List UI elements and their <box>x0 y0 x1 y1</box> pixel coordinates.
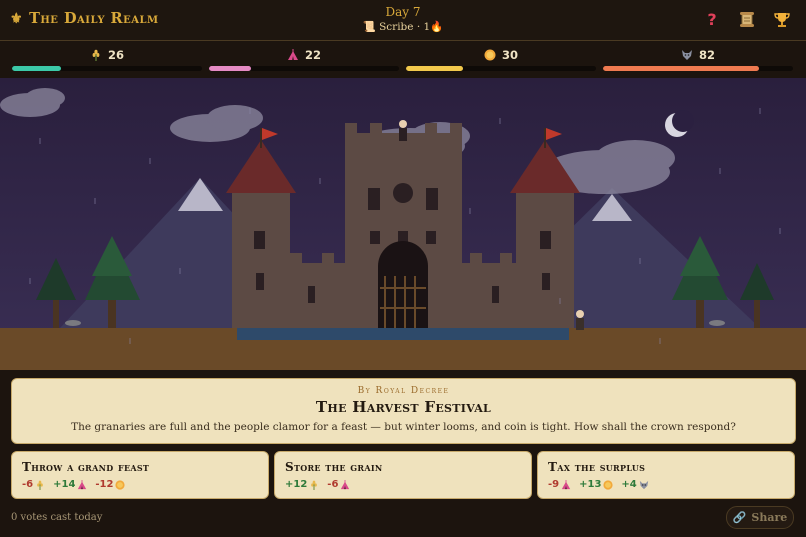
stat-military: 82 <box>603 41 793 76</box>
wheat-icon <box>309 480 319 490</box>
effect: -6 <box>22 479 45 490</box>
stat-label: 26 <box>12 48 202 62</box>
stat-fill <box>406 66 463 71</box>
stat-track <box>12 66 202 71</box>
choice-card[interactable]: Tax the surplus -9 +13 +4 <box>537 451 795 499</box>
day-info: Day 7 📜 Scribe · 1🔥 <box>0 5 806 34</box>
choice-title: Tax the surplus <box>548 460 646 474</box>
effect-value: +14 <box>53 479 76 490</box>
effect-value: +12 <box>285 479 308 490</box>
stat-food: 26 <box>12 41 202 76</box>
wheat-icon <box>90 49 102 61</box>
flame-icon: 🔥 <box>430 21 444 33</box>
tent-icon <box>77 479 87 490</box>
effect-value: -6 <box>22 479 34 490</box>
effect: +12 <box>285 479 319 490</box>
scroll-icon[interactable] <box>738 11 755 28</box>
separator: · <box>416 21 421 33</box>
coin-icon <box>484 49 496 61</box>
tent-icon <box>340 479 350 490</box>
stat-gold: 30 <box>406 41 596 76</box>
choice-card[interactable]: Store the grain +12 -6 <box>274 451 532 499</box>
day-label: Day 7 <box>385 5 421 19</box>
stats-bar: 26 22 30 82 <box>0 41 806 76</box>
trophy-icon[interactable] <box>773 11 790 28</box>
choice-effects: -9 +13 +4 <box>548 479 649 490</box>
stat-fill <box>603 66 759 71</box>
effect: +14 <box>53 479 87 490</box>
effect-value: -9 <box>548 479 560 490</box>
stat-value: 82 <box>698 48 715 62</box>
header: ⚜ The Daily Realm Day 7 📜 Scribe · 1🔥 ? <box>0 0 806 41</box>
svg-text:?: ? <box>707 11 716 28</box>
wheat-icon <box>35 480 45 490</box>
effect-value: +13 <box>579 479 602 490</box>
stat-label: 22 <box>209 48 399 62</box>
stat-value: 30 <box>501 48 518 62</box>
decree-title: The Harvest Festival <box>315 398 492 416</box>
share-label: Share <box>751 511 788 524</box>
rank-label: Scribe <box>379 21 414 33</box>
tent-icon <box>287 49 299 61</box>
stat-track <box>406 66 596 71</box>
link-icon: 🔗 <box>732 511 747 524</box>
effect: -6 <box>327 479 350 490</box>
effect-value: -12 <box>95 479 114 490</box>
effect-value: +4 <box>621 479 637 490</box>
scene-illustration <box>0 78 806 370</box>
stat-fill <box>12 66 62 71</box>
rank-line: 📜 Scribe · 1🔥 <box>0 20 806 34</box>
choice-title: Throw a grand feast <box>22 460 150 474</box>
choice-title: Store the grain <box>285 460 383 474</box>
stat-value: 22 <box>304 48 321 62</box>
stat-fill <box>209 66 251 71</box>
effect-value: -6 <box>327 479 339 490</box>
wolf-icon <box>639 480 649 490</box>
stat-value: 26 <box>107 48 124 62</box>
stat-track <box>603 66 793 71</box>
decree-kicker: By Royal Decree <box>357 386 450 396</box>
choice-effects: +12 -6 <box>285 479 350 490</box>
help-icon[interactable]: ? <box>703 11 720 28</box>
decree-card: By Royal Decree The Harvest Festival The… <box>11 378 796 444</box>
effect: -9 <box>548 479 571 490</box>
stat-people: 22 <box>209 41 399 76</box>
wolf-icon <box>681 49 693 61</box>
share-button[interactable]: 🔗 Share <box>726 506 794 529</box>
effect: -12 <box>95 479 126 490</box>
scroll-small-icon: 📜 <box>362 21 376 33</box>
decree-description: The granaries are full and the people cl… <box>71 421 736 433</box>
stat-track <box>209 66 399 71</box>
castle-scene <box>0 78 806 370</box>
coin-icon <box>603 479 613 490</box>
choice-card[interactable]: Throw a grand feast -6 +14 -12 <box>11 451 269 499</box>
choice-effects: -6 +14 -12 <box>22 479 126 490</box>
coin-icon <box>115 479 126 490</box>
effect: +4 <box>621 479 648 490</box>
votes-count: 0 votes cast today <box>11 512 103 523</box>
stat-label: 82 <box>603 48 793 62</box>
tent-icon <box>561 479 571 490</box>
effect: +13 <box>579 479 613 490</box>
stat-label: 30 <box>406 48 596 62</box>
